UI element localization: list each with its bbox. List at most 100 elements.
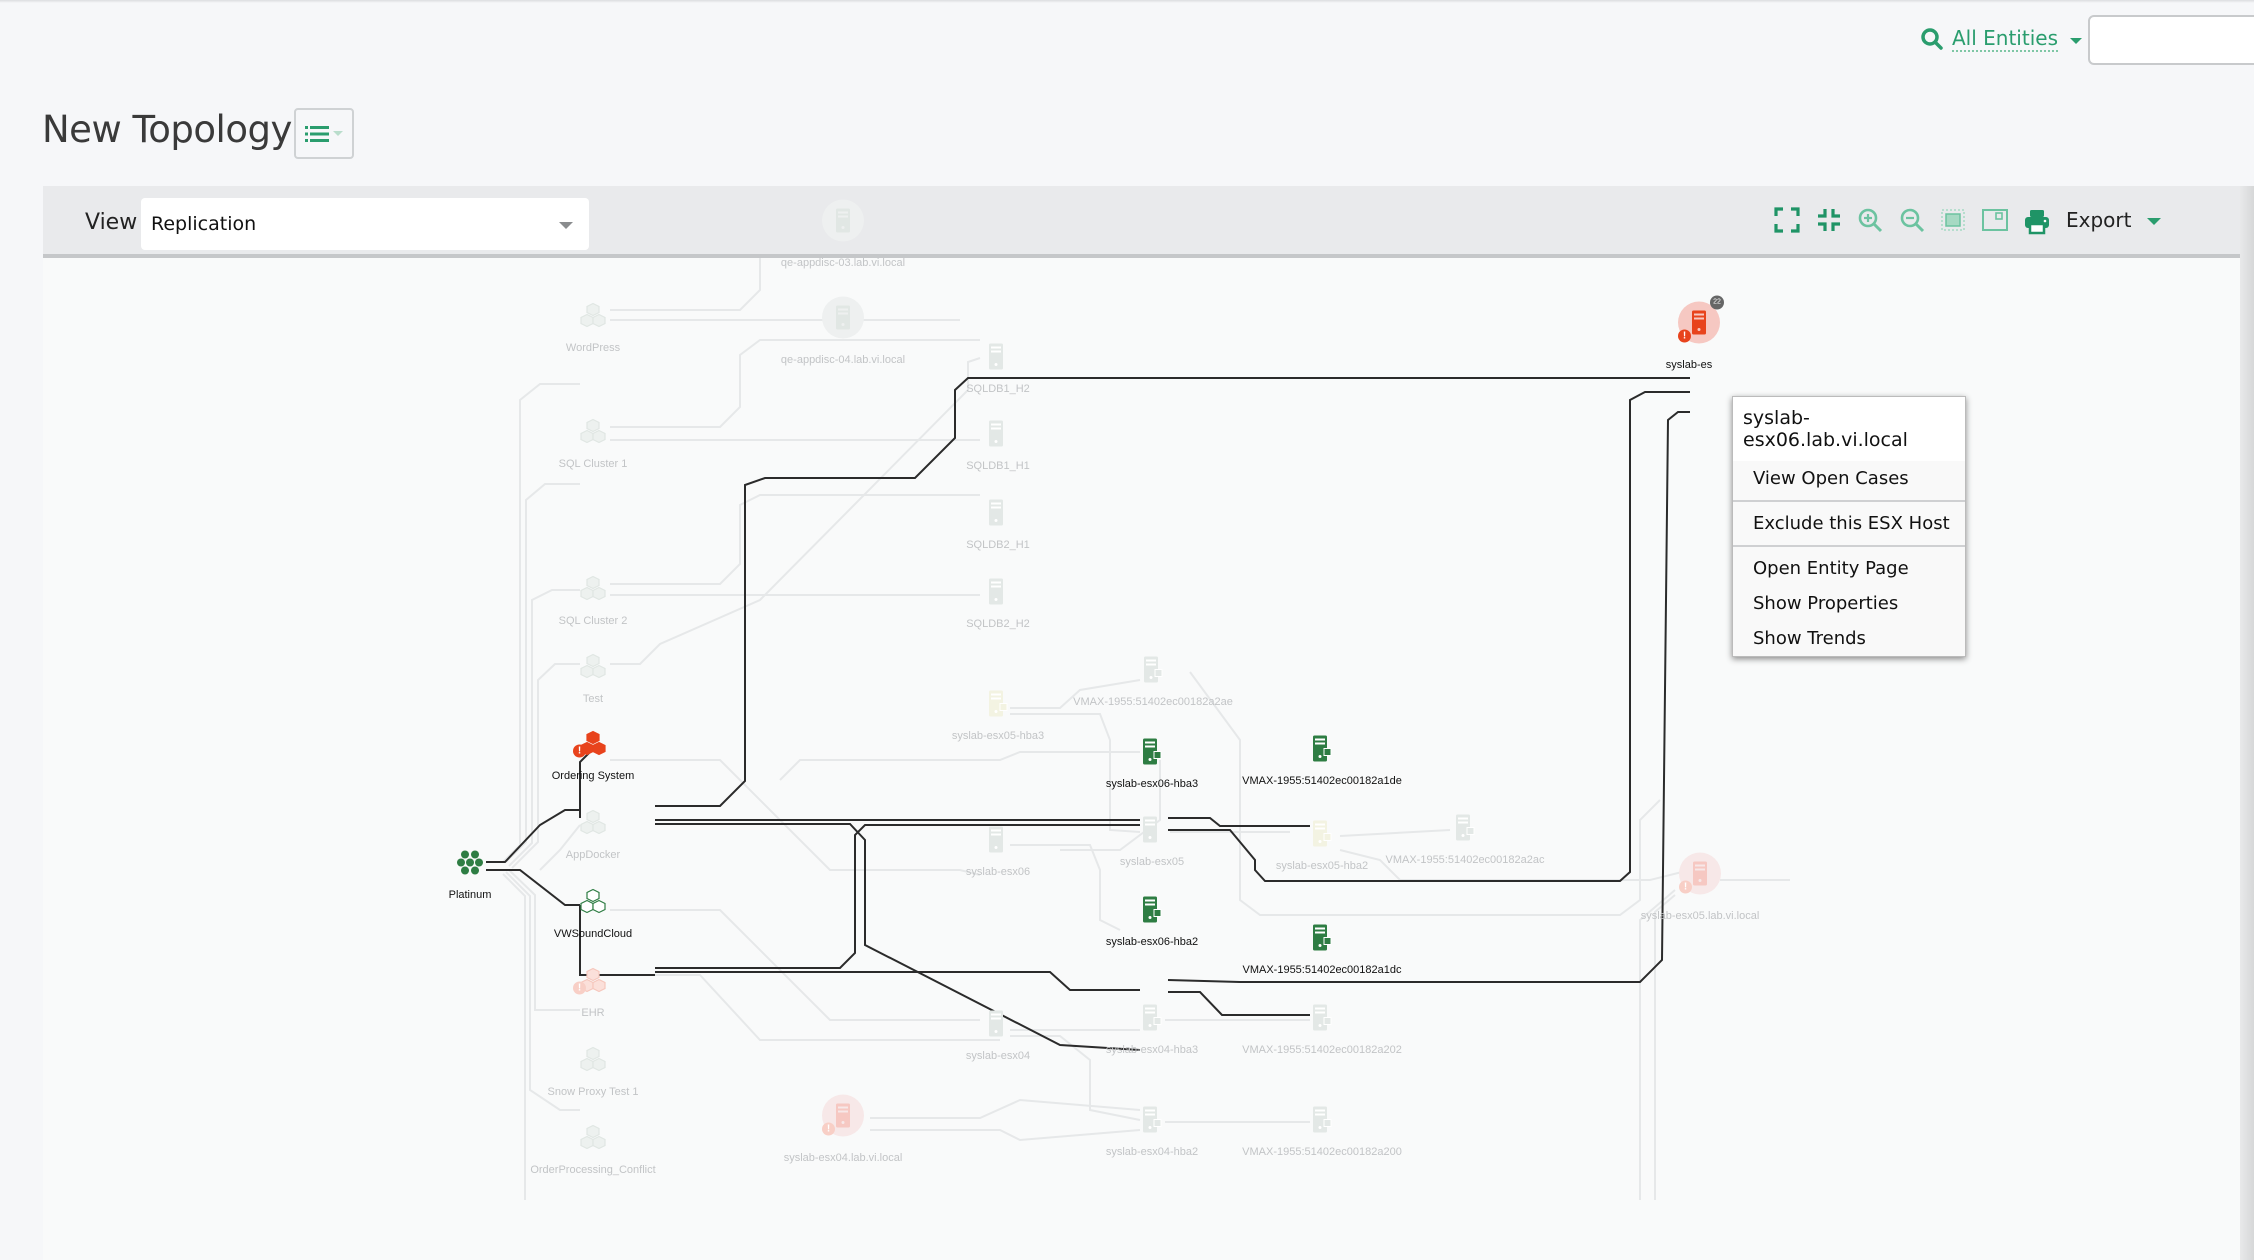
node-label: VMAX-1955:51402ec00182a1dc <box>1242 964 1402 976</box>
topology-node-vmax2ac[interactable] <box>1455 814 1475 847</box>
chevron-down-icon <box>333 131 343 136</box>
zoom-out-icon <box>1900 208 1925 233</box>
chevron-down-icon <box>2070 38 2082 44</box>
menu-item-open-entity-page[interactable]: Open Entity Page <box>1733 551 1965 586</box>
topology-node-sqldb1h1[interactable] <box>988 420 1008 453</box>
topology-node-vmax1dc[interactable] <box>1312 924 1332 957</box>
topology-node-esx05hba3[interactable] <box>988 690 1008 723</box>
application-icon <box>579 1046 607 1077</box>
node-label: SQLDB1_H2 <box>966 383 1030 395</box>
topology-node-esx04[interactable] <box>988 1010 1008 1043</box>
export-dropdown-icon[interactable] <box>2147 218 2161 225</box>
virtual-machine-icon <box>988 420 1008 452</box>
topology-node-ehr[interactable]: ! <box>573 967 607 999</box>
storage-array-icon <box>1312 735 1332 767</box>
faded-link <box>1639 889 1676 1200</box>
service-tier-icon <box>457 850 483 880</box>
topology-node-esx05host[interactable]: ! <box>1677 851 1723 902</box>
virtual-machine-icon <box>1142 816 1162 848</box>
search-input[interactable] <box>2088 15 2254 65</box>
application-icon <box>579 302 607 333</box>
node-label: VMAX-1955:51402ec00182a202 <box>1242 1044 1402 1056</box>
application-icon <box>579 888 607 919</box>
faded-link <box>505 483 580 863</box>
node-label: syslab-esx05.lab.vi.local <box>1640 910 1760 922</box>
topology-node-orderproc[interactable] <box>579 1124 607 1156</box>
hba-icon <box>1142 738 1162 770</box>
view-select-value: Replication <box>151 213 257 235</box>
collapse-button[interactable] <box>1815 206 1843 234</box>
topology-node-esx05hba2[interactable] <box>1312 820 1332 853</box>
topology-node-snow[interactable] <box>579 1046 607 1078</box>
topology-node-vmax202[interactable] <box>1312 1004 1332 1037</box>
host-icon <box>820 199 866 248</box>
topology-node-sqldb2h2[interactable] <box>988 578 1008 611</box>
topology-node-qe04[interactable] <box>820 295 866 346</box>
topology-node-esx06hba3[interactable] <box>1142 738 1162 771</box>
fit-to-screen-button[interactable] <box>1939 206 1967 234</box>
node-label: syslab-esx06 <box>965 866 1031 878</box>
virtual-machine-icon <box>988 826 1008 858</box>
topology-node-esx04hba2[interactable] <box>1142 1106 1162 1139</box>
host-icon <box>820 296 866 345</box>
menu-item-show-properties[interactable]: Show Properties <box>1733 586 1965 621</box>
topology-node-appdocker[interactable] <box>579 809 607 841</box>
topology-node-vmax200[interactable] <box>1312 1106 1332 1139</box>
faded-link <box>610 909 980 1021</box>
node-label: SQL Cluster 2 <box>558 615 628 627</box>
topology-node-ordering[interactable]: ! <box>573 730 607 762</box>
active-link <box>655 971 1140 991</box>
count-badge: 22 <box>1710 295 1724 310</box>
menu-item-show-trends[interactable]: Show Trends <box>1733 621 1965 656</box>
node-label: syslab-esx05 <box>1119 856 1185 868</box>
topology-node-esx06host[interactable]: ! 22 <box>1676 295 1724 351</box>
expand-button[interactable] <box>1773 206 1801 234</box>
node-label: VMAX-1955:51402ec00182a2ac <box>1385 854 1545 866</box>
topology-node-esx04host[interactable]: ! <box>820 1093 866 1144</box>
topology-menu-button[interactable] <box>294 108 354 159</box>
faded-link <box>1010 844 1121 931</box>
topology-node-sqlc2[interactable] <box>579 575 607 607</box>
faded-link <box>539 824 581 871</box>
menu-item-exclude-this-esx-host[interactable]: Exclude this ESX Host <box>1733 506 1965 541</box>
application-icon <box>579 653 607 684</box>
storage-array-icon <box>1312 924 1332 956</box>
topology-node-esx05[interactable] <box>1142 816 1162 849</box>
virtual-machine-icon <box>988 1010 1008 1042</box>
hba-icon <box>1142 1106 1162 1138</box>
zoom-out-button[interactable] <box>1898 206 1926 234</box>
topology-node-test[interactable] <box>579 653 607 685</box>
topology-node-vmax1de[interactable] <box>1312 735 1332 768</box>
overview-button[interactable] <box>1981 206 2009 234</box>
faded-link <box>610 357 981 665</box>
export-button[interactable]: Export <box>2066 208 2131 232</box>
print-icon <box>2025 210 2049 235</box>
menu-item-view-open-cases[interactable]: View Open Cases <box>1733 461 1965 496</box>
topology-node-esx06hba2[interactable] <box>1142 896 1162 929</box>
faded-link <box>779 751 1140 781</box>
print-button[interactable] <box>2023 208 2051 236</box>
topology-node-qe03[interactable] <box>820 198 866 249</box>
topology-node-esx04hba3[interactable] <box>1142 1004 1162 1037</box>
alert-icon: ! <box>822 1122 835 1136</box>
topology-node-vmax2ae[interactable] <box>1143 656 1163 689</box>
faded-link <box>870 1129 1141 1142</box>
topology-node-sqldb1h2[interactable] <box>988 343 1008 376</box>
node-label: OrderProcessing_Conflict <box>530 1164 656 1176</box>
topology-node-wordpress[interactable] <box>579 302 607 334</box>
topology-node-sqlc1[interactable] <box>579 418 607 450</box>
topology-node-esx06[interactable] <box>988 826 1008 859</box>
node-label: Ordering System <box>551 770 635 782</box>
zoom-in-button[interactable] <box>1856 206 1884 234</box>
view-select[interactable]: Replication <box>141 198 589 250</box>
entity-filter-dropdown[interactable]: All Entities <box>1920 26 2082 52</box>
topology-node-platinum[interactable] <box>457 850 483 881</box>
view-label: View <box>85 210 138 235</box>
topology-node-vwsound[interactable] <box>579 888 607 920</box>
faded-link <box>870 1098 1141 1119</box>
application-icon <box>579 418 607 449</box>
topology-node-sqldb2h1[interactable] <box>988 499 1008 532</box>
panel-scroll-edge <box>2240 186 2254 1260</box>
node-label: Platinum <box>448 889 492 901</box>
context-menu: syslab-esx06.lab.vi.local View Open Case… <box>1732 396 1966 657</box>
